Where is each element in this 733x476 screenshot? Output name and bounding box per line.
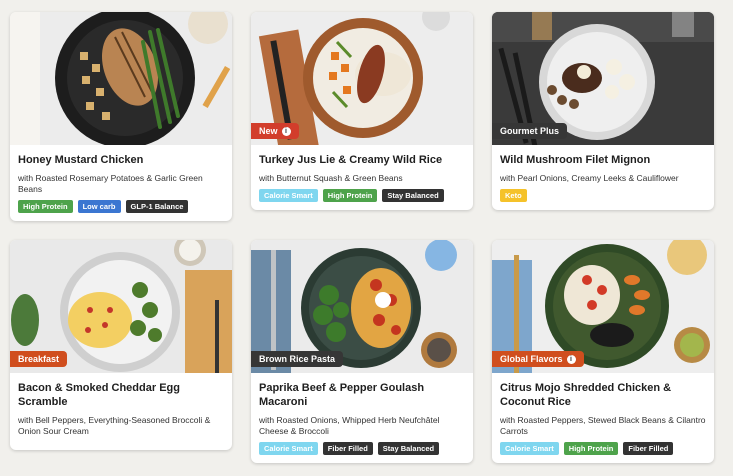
- meal-photo: New i: [251, 12, 473, 145]
- meal-subtitle: with Roasted Onions, Whipped Herb Neufch…: [259, 415, 440, 436]
- badge-row: Calorie Smart High Protein Stay Balanced: [259, 189, 465, 202]
- meal-card[interactable]: Breakfast Bacon & Smoked Cheddar Egg Scr…: [10, 240, 232, 450]
- badge-row: Keto: [500, 189, 706, 202]
- meal-title: Turkey Jus Lie & Creamy Wild Rice: [259, 154, 443, 166]
- badge-calorie-smart: Calorie Smart: [259, 442, 318, 455]
- badge-high-protein: High Protein: [563, 442, 619, 455]
- badge-stay-balanced: Stay Balanced: [382, 189, 444, 202]
- badge-high-protein: High Protein: [18, 200, 73, 213]
- meal-photo: Brown Rice Pasta: [251, 240, 473, 373]
- meal-title: Citrus Mojo Shredded Chicken & Coconut R…: [500, 382, 672, 408]
- tag-new: New i: [251, 123, 299, 139]
- tag-brown-rice-pasta: Brown Rice Pasta: [251, 351, 344, 367]
- info-icon[interactable]: i: [281, 126, 291, 136]
- meal-title: Wild Mushroom Filet Mignon: [500, 154, 651, 166]
- badge-glp1-balance: GLP-1 Balance: [125, 200, 189, 213]
- badge-keto: Keto: [500, 189, 527, 202]
- badge-low-carb: Low carb: [77, 200, 121, 213]
- meal-photo: Gourmet Plus: [492, 12, 714, 145]
- meal-card[interactable]: Honey Mustard Chicken with Roasted Rosem…: [10, 12, 232, 221]
- tag-label: Brown Rice Pasta: [259, 354, 336, 364]
- meal-subtitle: with Roasted Rosemary Potatoes & Garlic …: [18, 173, 203, 194]
- badge-row: Calorie Smart High Protein Fiber Filled: [500, 442, 706, 455]
- badge-fiber-filled: Fiber Filled: [322, 442, 373, 455]
- tag-label: Gourmet Plus: [500, 126, 560, 136]
- badge-row: Calorie Smart Fiber Filled Stay Balanced: [259, 442, 465, 455]
- tag-global-flavors: Global Flavors i: [492, 351, 584, 367]
- meal-title: Paprika Beef & Pepper Goulash Macaroni: [259, 382, 425, 408]
- tag-breakfast: Breakfast: [10, 351, 68, 367]
- meal-subtitle: with Butternut Squash & Green Beans: [259, 173, 403, 183]
- tag-label: Breakfast: [18, 354, 60, 364]
- meal-card[interactable]: Global Flavors i Citrus Mojo Shredded Ch…: [492, 240, 714, 463]
- meal-title: Honey Mustard Chicken: [18, 154, 144, 166]
- meal-subtitle: with Pearl Onions, Creamy Leeks & Caulif…: [500, 173, 679, 183]
- meal-title: Bacon & Smoked Cheddar Egg Scramble: [18, 382, 180, 408]
- badge-calorie-smart: Calorie Smart: [500, 442, 559, 455]
- info-icon[interactable]: i: [566, 354, 576, 364]
- meal-photo: [10, 12, 232, 145]
- badge-row: High Protein Low carb GLP-1 Balance: [18, 200, 224, 213]
- meal-card[interactable]: Brown Rice Pasta Paprika Beef & Pepper G…: [251, 240, 473, 463]
- tag-label: New: [259, 126, 278, 136]
- meal-photo: Breakfast: [10, 240, 232, 373]
- badge-fiber-filled: Fiber Filled: [623, 442, 674, 455]
- meal-subtitle: with Bell Peppers, Everything-Seasoned B…: [18, 415, 211, 436]
- badge-calorie-smart: Calorie Smart: [259, 189, 318, 202]
- tag-gourmet-plus: Gourmet Plus: [492, 123, 568, 139]
- meal-card[interactable]: Gourmet Plus Wild Mushroom Filet Mignon …: [492, 12, 714, 210]
- meal-subtitle: with Roasted Peppers, Stewed Black Beans…: [500, 415, 706, 436]
- meal-photo: Global Flavors i: [492, 240, 714, 373]
- badge-stay-balanced: Stay Balanced: [377, 442, 440, 455]
- tag-label: Global Flavors: [500, 354, 563, 364]
- badge-high-protein: High Protein: [322, 189, 378, 202]
- meal-card[interactable]: New i Turkey Jus Lie & Creamy Wild Rice …: [251, 12, 473, 210]
